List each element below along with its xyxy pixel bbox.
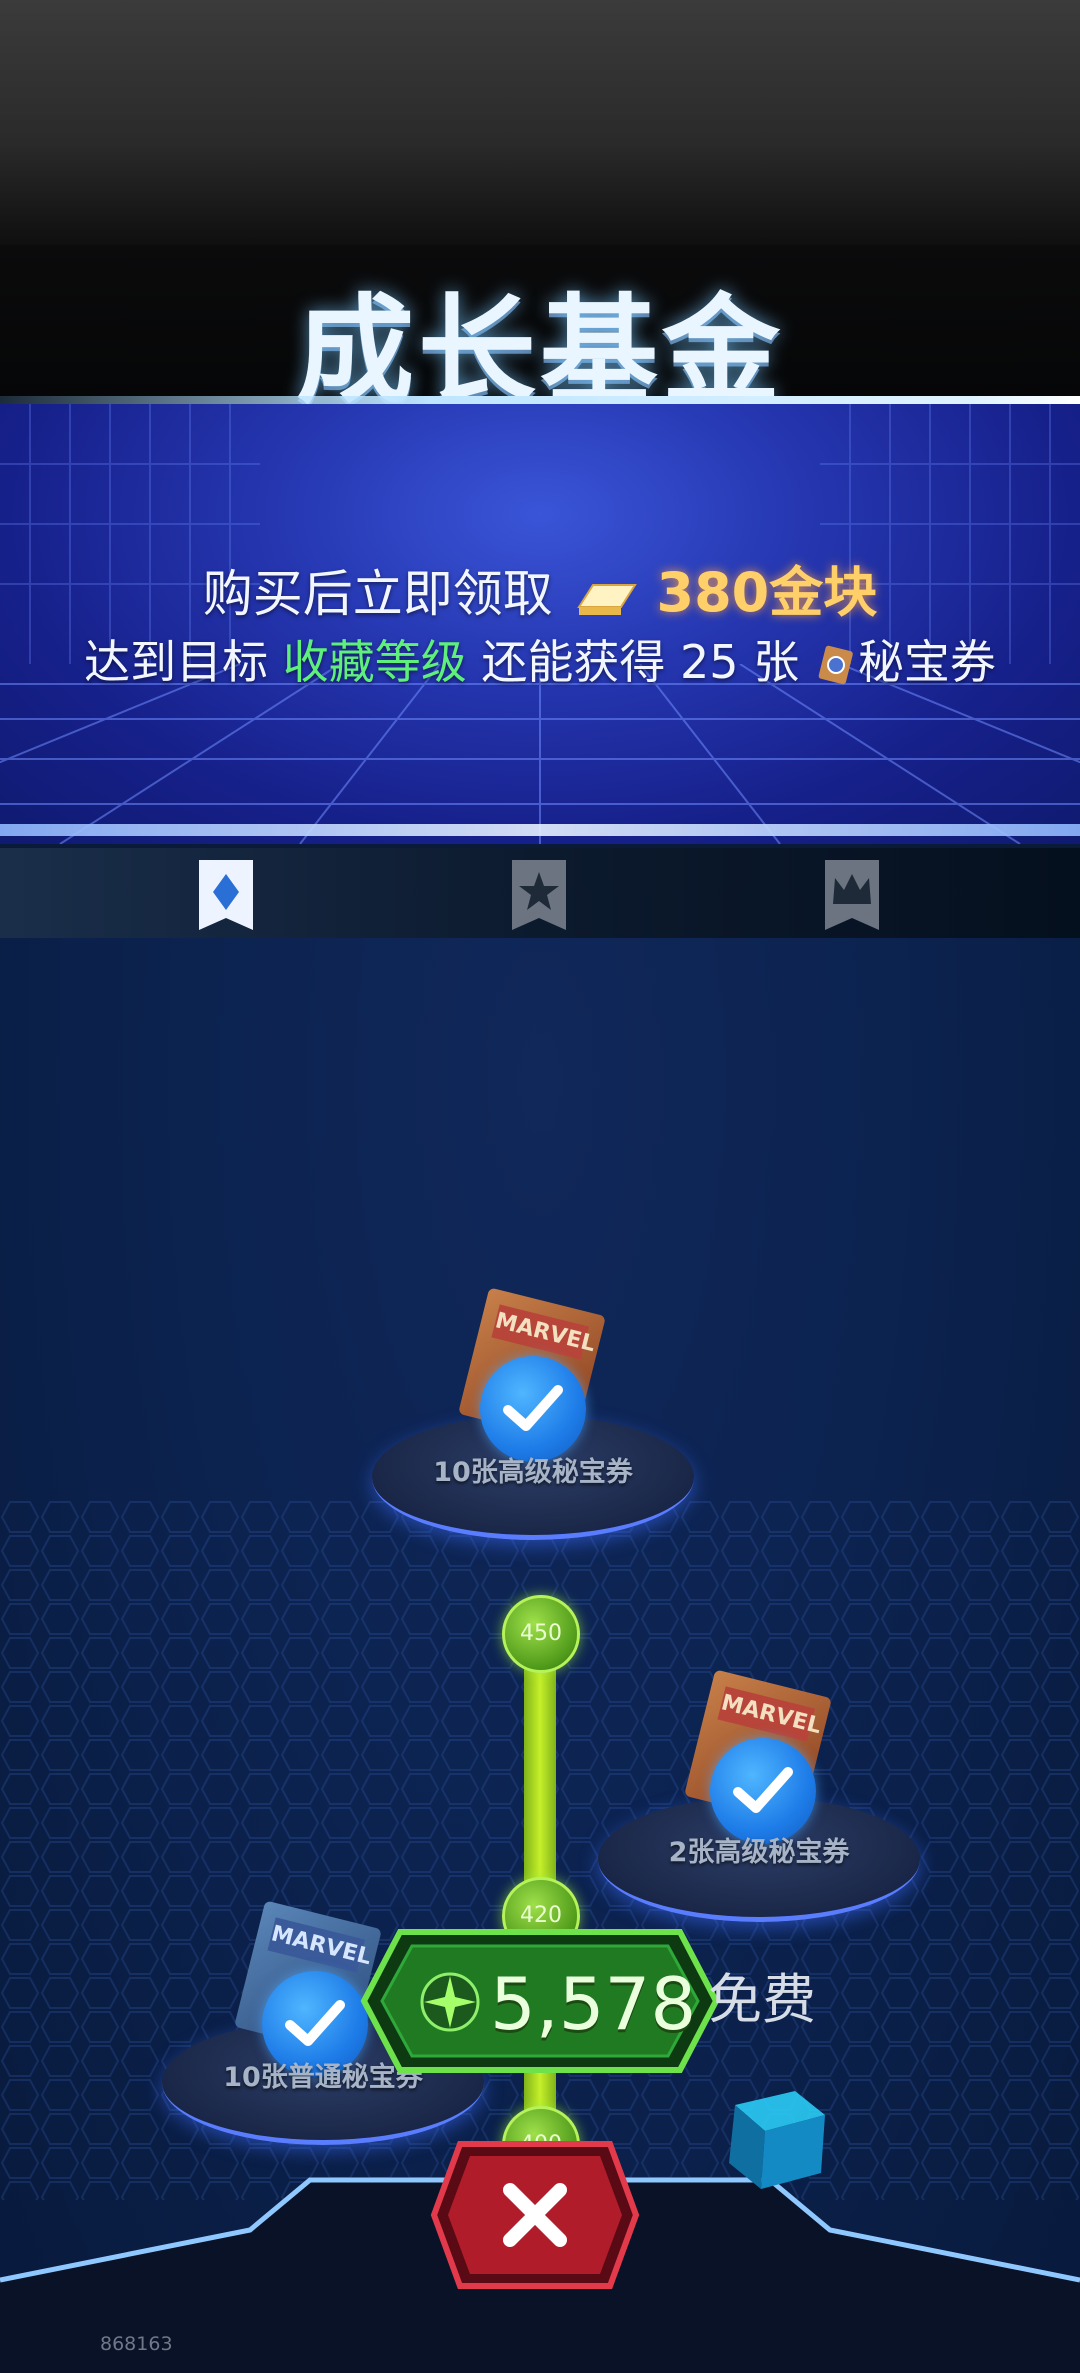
- ticket-icon: [818, 645, 853, 685]
- card-brand: MARVEL: [267, 1917, 374, 1973]
- collection-level-highlight: 收藏等级: [282, 635, 467, 689]
- cube-icon: [729, 2091, 825, 2189]
- title-divider: [0, 396, 1080, 404]
- reward-item[interactable]: MARVEL 2张高级秘宝券: [598, 1669, 920, 1922]
- banner-bottom-glow: [0, 824, 1080, 836]
- close-button[interactable]: [430, 2140, 640, 2290]
- tab-crown[interactable]: [823, 860, 881, 932]
- card-brand: MARVEL: [717, 1686, 824, 1742]
- banner-line-2-prefix: 达到目标: [84, 635, 283, 689]
- gold-amount: 380金块: [656, 561, 878, 624]
- claimed-check-icon: [710, 1738, 816, 1844]
- reward-item[interactable]: MARVEL 10张高级秘宝券: [372, 1287, 694, 1540]
- tab-star[interactable]: [510, 860, 568, 932]
- milestone-node: 450: [502, 1595, 580, 1673]
- claimed-check-icon: [480, 1356, 586, 1462]
- banner-line-1-text: 购买后立即领取: [202, 565, 553, 623]
- footer-id: 868163: [100, 2333, 173, 2355]
- star-icon: [512, 860, 566, 930]
- currency-value: 5,578: [490, 1962, 697, 2046]
- banner-line-2-middle: 还能获得 25 张: [466, 635, 800, 689]
- gold-bar-icon: [576, 584, 637, 615]
- close-icon: [430, 2141, 640, 2289]
- sparkle-icon: [420, 1972, 480, 2032]
- tab-diamond[interactable]: [197, 860, 255, 948]
- banner-line-2: 达到目标 收藏等级 还能获得 25 张 秘宝券: [0, 626, 1080, 692]
- card-brand: MARVEL: [491, 1304, 598, 1360]
- reward-label: 10张高级秘宝券: [433, 1457, 633, 1488]
- crown-icon: [825, 860, 879, 930]
- top-background: [0, 0, 1080, 260]
- free-label[interactable]: 免费: [708, 1955, 816, 2034]
- banner-line-1: 购买后立即领取 380金块: [0, 548, 1080, 627]
- banner-line-2-suffix: 秘宝券: [857, 635, 996, 689]
- currency-panel: 5,578: [360, 1926, 720, 2076]
- reward-label: 2张高级秘宝券: [668, 1837, 850, 1868]
- diamond-icon: [199, 860, 253, 948]
